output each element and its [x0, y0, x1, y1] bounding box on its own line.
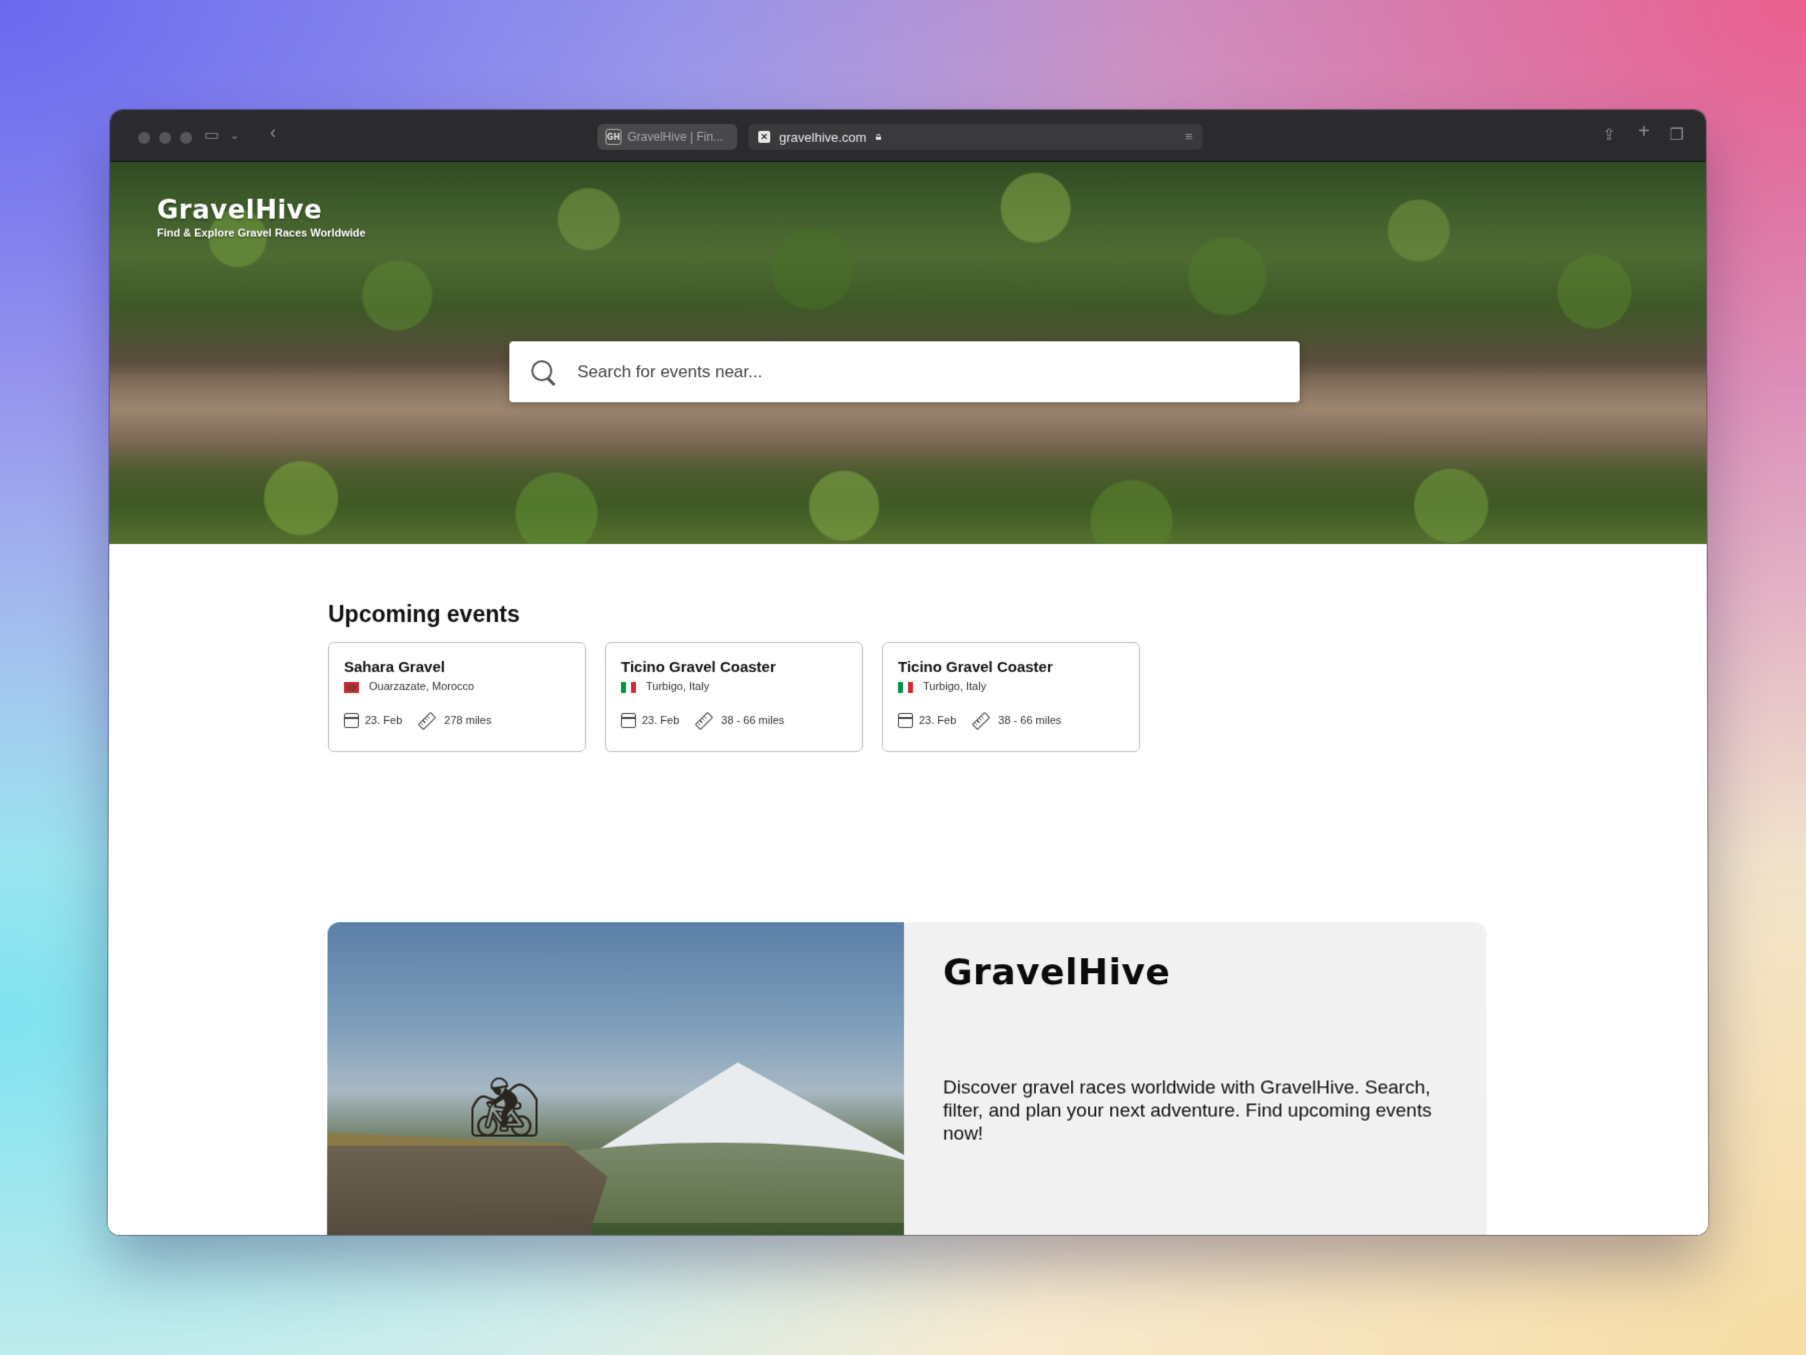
calendar-icon — [620, 713, 636, 729]
event-meta: 23. Feb 38 - 66 miles — [620, 711, 847, 730]
cyclist-icon: 🚵︎ — [467, 1072, 542, 1141]
event-distance: 38 - 66 miles — [721, 714, 785, 727]
event-date: 23. Feb — [641, 714, 680, 727]
tab-favicon: GH — [605, 128, 622, 145]
minimize-window-button[interactable] — [159, 131, 172, 144]
event-date: 23. Feb — [364, 714, 403, 727]
event-name: Ticino Gravel Coaster — [897, 659, 1053, 676]
event-location: Turbigo, Italy — [620, 680, 847, 694]
brand: GravelHive Find & Explore Gravel Races W… — [157, 196, 366, 240]
back-icon[interactable]: ‹ — [270, 122, 276, 143]
share-icon[interactable]: ⇪ — [1602, 125, 1615, 145]
address-bar[interactable]: ✕ gravelhive.com 🔒︎ ≡ — [748, 123, 1203, 150]
italy-flag-icon — [897, 681, 914, 693]
cliff-shape — [327, 1133, 608, 1235]
event-meta: 23. Feb 38 - 66 miles — [897, 711, 1124, 730]
section-title: Upcoming events — [328, 601, 520, 628]
event-location-text: Ouarzazate, Morocco — [368, 680, 475, 694]
new-tab-icon[interactable]: + — [1638, 121, 1650, 144]
calendar-icon — [897, 713, 914, 729]
about-logo: GravelHive — [943, 952, 1171, 994]
hero-banner: GravelHive Find & Explore Gravel Races W… — [109, 161, 1707, 545]
about-description: Discover gravel races worldwide with Gra… — [943, 1077, 1432, 1145]
morocco-flag-icon — [343, 681, 359, 693]
ruler-icon — [418, 711, 437, 730]
event-location-text: Turbigo, Italy — [923, 680, 987, 694]
event-list: Sahara Gravel Ouarzazate, Morocco 23. Fe… — [327, 642, 1141, 753]
site-tagline: Find & Explore Gravel Races Worldwide — [156, 227, 366, 240]
event-date: 23. Feb — [919, 714, 957, 727]
ruler-icon — [695, 711, 714, 730]
event-card[interactable]: Ticino Gravel Coaster Turbigo, Italy 23.… — [881, 642, 1141, 753]
url-text: gravelhive.com — [779, 129, 867, 145]
event-location: Ouarzazate, Morocco — [343, 680, 570, 694]
event-name: Ticino Gravel Coaster — [620, 659, 776, 676]
chevron-down-icon[interactable]: ⌄ — [230, 129, 239, 142]
search-box[interactable] — [509, 341, 1300, 403]
page-content: GravelHive Find & Explore Gravel Races W… — [107, 161, 1709, 1235]
about-section: 🚵︎ GravelHive Discover gravel races worl… — [326, 922, 1488, 1235]
lock-icon: 🔒︎ — [875, 130, 882, 143]
site-logo[interactable]: GravelHive — [157, 196, 366, 226]
window-controls — [138, 131, 193, 144]
browser-window: ▭ ⌄ ‹ GH GravelHive | Fin... ✕ gravelhiv… — [107, 109, 1709, 1235]
event-location-text: Turbigo, Italy — [645, 680, 710, 694]
event-distance: 278 miles — [444, 714, 492, 727]
italy-flag-icon — [620, 681, 636, 693]
event-card[interactable]: Ticino Gravel Coaster Turbigo, Italy 23.… — [604, 642, 864, 753]
event-name: Sahara Gravel — [343, 659, 445, 676]
close-window-button[interactable] — [138, 131, 151, 144]
event-location: Turbigo, Italy — [897, 680, 1124, 694]
event-card[interactable]: Sahara Gravel Ouarzazate, Morocco 23. Fe… — [327, 642, 587, 753]
browser-toolbar: ▭ ⌄ ‹ GH GravelHive | Fin... ✕ gravelhiv… — [110, 109, 1706, 162]
event-meta: 23. Feb 278 miles — [343, 711, 570, 730]
search-input[interactable] — [577, 361, 1277, 382]
search-icon — [529, 358, 557, 386]
event-distance: 38 - 66 miles — [998, 714, 1062, 727]
tabs-overview-icon[interactable]: ❐ — [1669, 125, 1683, 145]
tab-title: GravelHive | Fin... — [627, 129, 724, 144]
browser-tab[interactable]: GH GravelHive | Fin... — [597, 123, 738, 150]
zoom-window-button[interactable] — [180, 131, 193, 144]
reader-icon[interactable]: ≡ — [1185, 129, 1193, 144]
ruler-icon — [972, 711, 991, 730]
sidebar-icon[interactable]: ▭ — [204, 125, 219, 145]
cyclist-mountain-image: 🚵︎ — [326, 922, 904, 1235]
site-favicon-icon: ✕ — [758, 130, 771, 143]
calendar-icon — [343, 713, 359, 729]
